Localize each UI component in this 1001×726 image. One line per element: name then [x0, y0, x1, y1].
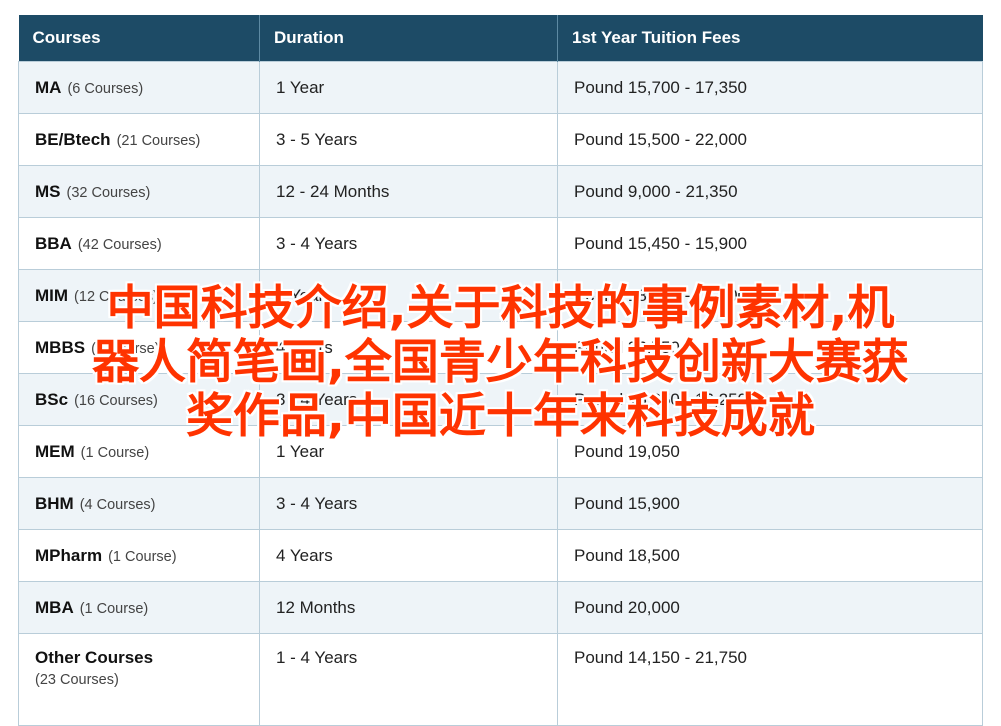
course-name: MPharm	[35, 545, 103, 565]
course-count: (23 Courses)	[35, 672, 119, 688]
course-cell: BBA (42 Courses)	[18, 217, 260, 270]
fees-cell: Pound 18,500	[557, 529, 983, 582]
table-row: MS (32 Courses) 12 - 24 Months Pound 9,000 …	[18, 165, 983, 218]
fees-cell: Pound 14,150 - 21,750	[557, 633, 983, 726]
course-count: (32 Courses)	[66, 184, 151, 201]
header-row: Courses Duration 1st Year Tuition Fees	[18, 15, 983, 62]
duration-cell: 12 - 24 Months	[259, 165, 558, 218]
course-count: (1 Course)	[108, 548, 177, 565]
course-count: (6 Courses)	[67, 80, 144, 97]
overlay-line: 器人简笔画,全国青少年科技创新大赛获	[92, 335, 909, 390]
course-cell: Other Courses (23 Courses)	[18, 633, 260, 726]
course-cell: MA (6 Courses)	[18, 61, 260, 114]
duration-cell: 3 - 4 Years	[259, 477, 558, 530]
header-duration: Duration	[259, 15, 558, 62]
duration-cell: 1 - 4 Years	[259, 633, 558, 726]
course-count: (21 Courses)	[116, 132, 201, 149]
course-cell: BHM (4 Courses)	[18, 477, 260, 530]
table-row: BBA (42 Courses) 3 - 4 Years Pound 15,450 -…	[18, 217, 983, 270]
table-row: MA (6 Courses) 1 Year Pound 15,700 - 17,350	[18, 61, 983, 114]
table-row: MPharm (1 Course) 4 Years Pound 18,500	[18, 529, 983, 582]
course-name: BHM	[35, 493, 74, 513]
duration-cell: 4 Years	[259, 529, 558, 582]
course-count: (1 Course)	[80, 444, 150, 461]
table-row: MBA (1 Course) 12 Months Pound 20,000	[18, 581, 983, 634]
course-name: BBA	[35, 233, 72, 253]
duration-cell: 1 Year	[259, 61, 558, 114]
fees-cell: Pound 15,700 - 17,350	[557, 61, 983, 114]
course-cell: MPharm (1 Course)	[18, 529, 260, 582]
header-courses: Courses	[18, 15, 260, 62]
fees-cell: Pound 15,500 - 22,000	[557, 113, 983, 166]
course-count: (42 Courses)	[77, 236, 162, 253]
table-row: BE/Btech (21 Courses) 3 - 5 Years Pound 15,…	[18, 113, 983, 166]
fees-cell: Pound 15,900	[557, 477, 983, 530]
course-cell: BE/Btech (21 Courses)	[18, 113, 260, 166]
duration-cell: 3 - 5 Years	[259, 113, 558, 166]
fees-cell: Pound 15,450 - 15,900	[557, 217, 983, 270]
course-cell: MS (32 Courses)	[18, 165, 260, 218]
fees-cell: Pound 9,000 - 21,350	[557, 165, 983, 218]
course-cell: MBA (1 Course)	[18, 581, 260, 634]
course-name: MEM	[35, 441, 75, 461]
course-name: MS	[35, 181, 61, 201]
overlay-line: 中国科技介绍,关于科技的事例素材,机	[106, 281, 895, 336]
table-row: BHM (4 Courses) 3 - 4 Years Pound 15,900	[18, 477, 983, 530]
course-name: Other Courses	[35, 648, 154, 667]
header-tuition-fees: 1st Year Tuition Fees	[557, 15, 983, 62]
overlay-watermark-text: 中国科技介绍,关于科技的事例素材,机 器人简笔画,全国青少年科技创新大赛获 奖作…	[0, 282, 1001, 444]
course-count: (1 Course)	[79, 600, 149, 617]
table-row: Other Courses (23 Courses) 1 - 4 Years Poun…	[18, 633, 983, 726]
duration-cell: 12 Months	[259, 581, 558, 634]
fees-cell: Pound 20,000	[557, 581, 983, 634]
overlay-line: 奖作品,中国近十年来科技成就	[186, 389, 815, 444]
course-count: (4 Courses)	[79, 496, 156, 513]
course-name: MBA	[35, 597, 74, 617]
course-name: MA	[35, 77, 62, 97]
table-header: Courses Duration 1st Year Tuition Fees	[18, 15, 983, 62]
course-name: BE/Btech	[35, 129, 111, 149]
duration-cell: 3 - 4 Years	[259, 217, 558, 270]
